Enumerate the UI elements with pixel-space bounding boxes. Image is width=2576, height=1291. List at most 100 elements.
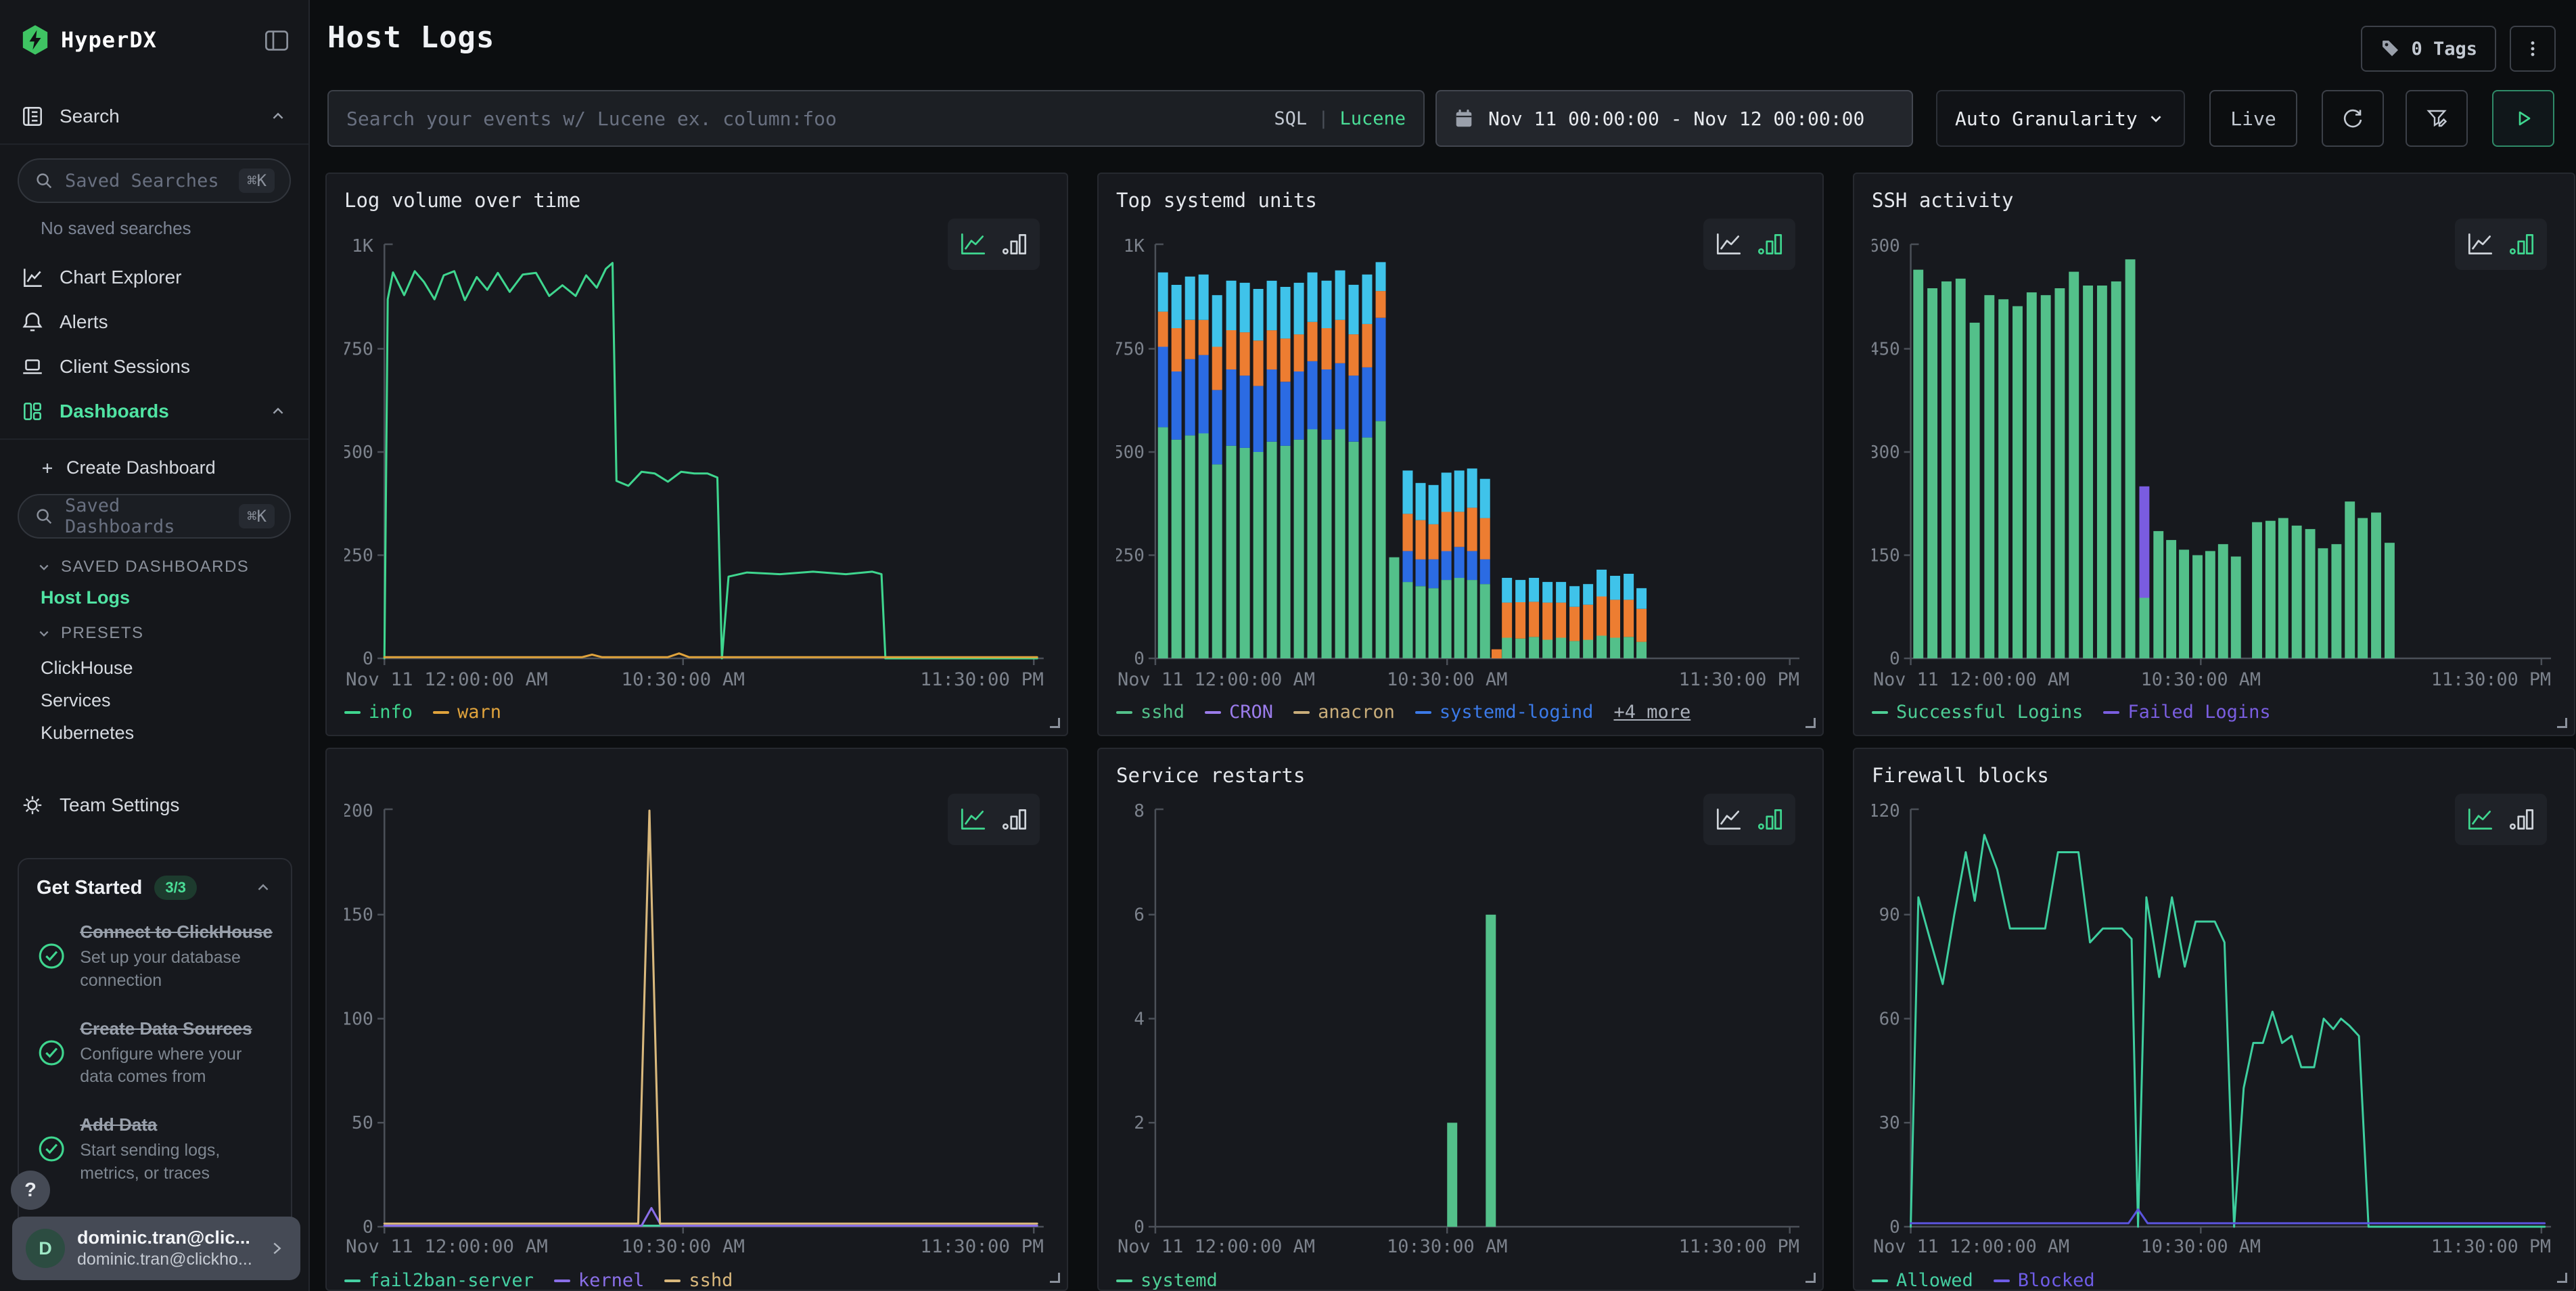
line-mode-icon[interactable] [1713, 805, 1744, 834]
svg-text:2: 2 [1134, 1113, 1145, 1133]
legend-item[interactable]: CRON [1205, 702, 1273, 723]
line-mode-icon[interactable] [957, 230, 988, 258]
user-menu[interactable]: D dominic.tran@clic... dominic.tran@clic… [12, 1217, 300, 1280]
sidebar-collapse-icon[interactable] [264, 28, 290, 53]
line-mode-icon[interactable] [1713, 230, 1744, 258]
legend-label: info [369, 702, 413, 723]
legend-item[interactable]: Blocked [1994, 1270, 2095, 1291]
legend-item[interactable]: kernel [554, 1270, 645, 1291]
svg-text:300: 300 [1872, 443, 1900, 463]
get-started-step-connect[interactable]: Connect to ClickHouse Set up your databa… [37, 920, 273, 993]
legend-item[interactable]: info [344, 702, 413, 723]
section-saved-dashboards[interactable]: SAVED DASHBOARDS [35, 558, 249, 576]
bar-mode-icon[interactable] [999, 230, 1030, 258]
bar-mode-icon[interactable] [1755, 230, 1786, 258]
chart-canvas[interactable]: 0306090120Nov 11 12:00:00 AM10:30:00 AM1… [1872, 794, 2556, 1261]
preset-link-services[interactable]: Services [41, 690, 111, 711]
chart-panel-ssh-activity: SSH activity 0150300450600Nov 11 12:00:0… [1853, 173, 2575, 736]
gear-icon [20, 793, 45, 817]
legend-item[interactable]: Allowed [1872, 1270, 1973, 1291]
legend-item[interactable]: Successful Logins [1872, 702, 2083, 723]
lucene-mode-toggle[interactable]: Lucene [1339, 108, 1406, 129]
sidebar-item-team-settings[interactable]: Team Settings [0, 784, 308, 827]
legend-label: kernel [578, 1270, 645, 1291]
sidebar-item-chart-explorer[interactable]: Chart Explorer [0, 256, 308, 299]
create-dashboard-button[interactable]: Create Dashboard [38, 457, 216, 478]
chart-canvas[interactable]: 0150300450600Nov 11 12:00:00 AM10:30:00 … [1872, 219, 2556, 692]
line-mode-icon[interactable] [957, 805, 988, 834]
bar-mode-icon[interactable] [2506, 230, 2537, 258]
legend-more-link[interactable]: +4 more [1613, 702, 1690, 723]
section-label: PRESETS [61, 624, 144, 643]
legend-item[interactable]: systemd [1116, 1270, 1218, 1291]
filter-button[interactable] [2406, 90, 2468, 147]
line-mode-icon[interactable] [2464, 230, 2496, 258]
svg-text:150: 150 [344, 905, 373, 926]
svg-text:0: 0 [1889, 1217, 1900, 1238]
legend-item[interactable]: sshd [1116, 702, 1184, 723]
legend-item[interactable]: anacron [1293, 702, 1395, 723]
legend-item[interactable]: Failed Logins [2103, 702, 2270, 723]
tags-button[interactable]: 0 Tags [2361, 26, 2496, 72]
run-query-button[interactable] [2492, 90, 2554, 147]
svg-text:6: 6 [1134, 905, 1145, 926]
legend-item[interactable]: warn [433, 702, 501, 723]
svg-text:60: 60 [1879, 1009, 1900, 1029]
refresh-button[interactable] [2322, 90, 2384, 147]
legend-item[interactable]: sshd [664, 1270, 733, 1291]
chart-canvas[interactable]: 02505007501KNov 11 12:00:00 AM10:30:00 A… [344, 219, 1049, 692]
help-button[interactable]: ? [11, 1171, 50, 1210]
chart-mode-toggle [1703, 219, 1795, 270]
sidebar-item-client-sessions[interactable]: Client Sessions [0, 345, 308, 388]
step-title: Create Data Sources [80, 1017, 273, 1041]
svg-text:90: 90 [1879, 905, 1900, 926]
preset-link-clickhouse[interactable]: ClickHouse [41, 658, 133, 679]
bar-mode-icon[interactable] [1755, 805, 1786, 834]
search-input[interactable]: Search your events w/ Lucene ex. column:… [327, 90, 1425, 147]
user-email: dominic.tran@clickho... [77, 1250, 252, 1269]
tag-icon [2380, 38, 2401, 60]
sidebar-item-search[interactable]: Search [0, 95, 308, 138]
preset-link-kubernetes[interactable]: Kubernetes [41, 723, 134, 744]
svg-text:10:30:00 AM: 10:30:00 AM [2141, 1236, 2261, 1257]
sidebar-item-dashboards[interactable]: Dashboards [0, 390, 308, 433]
bar-mode-icon[interactable] [999, 805, 1030, 834]
chart-canvas[interactable]: 02468Nov 11 12:00:00 AM10:30:00 AM11:30:… [1116, 794, 1805, 1261]
sidebar-item-alerts[interactable]: Alerts [0, 300, 308, 344]
sidebar-item-label: Client Sessions [60, 356, 190, 378]
date-range-picker[interactable]: Nov 11 00:00:00 - Nov 12 00:00:00 [1435, 90, 1913, 147]
legend-swatch [1293, 711, 1310, 714]
get-started-step-sources[interactable]: Create Data Sources Configure where your… [37, 1017, 273, 1089]
svg-text:Nov 11 12:00:00 AM: Nov 11 12:00:00 AM [1873, 1236, 2069, 1257]
kebab-menu-icon [2523, 39, 2543, 59]
legend-swatch [1872, 711, 1888, 714]
saved-searches-input[interactable]: Saved Searches ⌘K [18, 158, 291, 203]
svg-text:30: 30 [1879, 1113, 1900, 1133]
svg-text:11:30:00 PM: 11:30:00 PM [920, 1236, 1044, 1257]
sql-mode-toggle[interactable]: SQL [1274, 108, 1307, 129]
svg-text:11:30:00 PM: 11:30:00 PM [920, 669, 1044, 690]
svg-text:100: 100 [344, 1010, 373, 1030]
chevron-up-icon [268, 401, 288, 422]
granularity-select[interactable]: Auto Granularity [1936, 90, 2185, 147]
svg-text:11:30:00 PM: 11:30:00 PM [1679, 669, 1799, 690]
chevron-up-icon[interactable] [253, 878, 273, 898]
dashboard-link-host-logs[interactable]: Host Logs [41, 587, 130, 608]
legend-swatch [1415, 711, 1431, 714]
logo[interactable]: HyperDX [20, 24, 157, 55]
saved-dashboards-input[interactable]: Saved Dashboards ⌘K [18, 494, 291, 539]
legend-swatch [1205, 711, 1221, 714]
line-mode-icon[interactable] [2464, 805, 2496, 834]
legend-item[interactable]: systemd-logind [1415, 702, 1594, 723]
legend-item[interactable]: fail2ban-server [344, 1270, 534, 1291]
section-presets[interactable]: PRESETS [35, 624, 144, 643]
chevron-down-icon [35, 558, 53, 576]
panel-menu-button[interactable] [2510, 26, 2556, 72]
dashboards-grid-icon [20, 399, 45, 424]
hyperdx-logo-icon [20, 24, 50, 55]
chart-canvas[interactable]: 02505007501KNov 11 12:00:00 AM10:30:00 A… [1116, 219, 1805, 692]
chart-canvas[interactable]: 050100150200Nov 11 12:00:00 AM10:30:00 A… [344, 794, 1049, 1261]
bar-mode-icon[interactable] [2506, 805, 2537, 834]
live-button[interactable]: Live [2209, 90, 2297, 147]
get-started-step-add-data[interactable]: Add Data Start sending logs, metrics, or… [37, 1113, 273, 1185]
